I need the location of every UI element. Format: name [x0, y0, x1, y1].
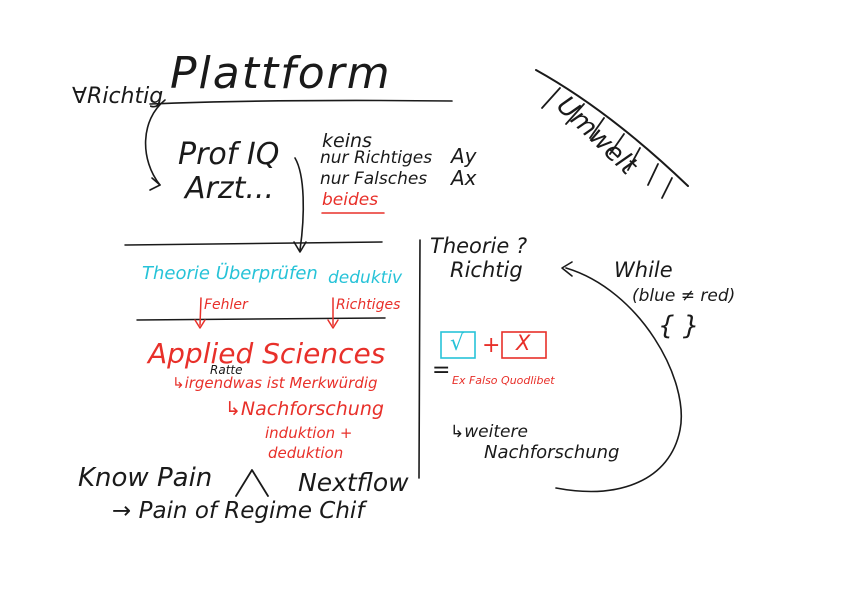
option-nur-falsches: nur Falsches	[320, 169, 428, 189]
blue-red-label: (blue ≠ red)	[632, 286, 736, 306]
nachforschung2-label: Nachforschung	[484, 442, 620, 463]
check-symbol: √	[450, 331, 465, 356]
induktion-label: induktion +	[265, 424, 353, 442]
deduktiv-label: deduktiv	[328, 268, 403, 288]
hatch-6	[647, 163, 659, 186]
richtig-to-arzt-arrow	[144, 99, 166, 186]
hatch-7	[661, 177, 673, 199]
a-y-label: Ay	[451, 144, 477, 168]
vertical-divider	[418, 239, 421, 479]
nachforschung-label: ↳Nachforschung	[225, 398, 384, 420]
richtiges-label: Richtiges	[336, 297, 401, 313]
theory-check-label: Theorie Überprüfen	[142, 263, 318, 284]
forall-richtig-label: ∀Richtig	[72, 84, 164, 109]
fehler-label: Fehler	[204, 297, 248, 313]
theory-top-line	[124, 241, 383, 246]
arrowhead-arzt	[149, 177, 161, 191]
whiteboard-canvas: ∀Richtig Plattform Umwelt Prof IQ Arzt..…	[0, 0, 842, 595]
prof-to-theory-arrow	[294, 157, 305, 251]
theory-mid-line	[136, 317, 386, 321]
richtig-label: Richtig	[450, 258, 523, 282]
applied-sciences-label: Applied Sciences	[148, 337, 386, 370]
arzt-label: Arzt...	[185, 171, 274, 206]
option-beides: beides	[322, 190, 379, 210]
option-nur-richtiges: nur Richtiges	[320, 148, 433, 168]
braces-label: { }	[658, 311, 700, 341]
theorie-label: Theorie ?	[430, 234, 528, 258]
plus-symbol: +	[482, 333, 501, 358]
equals-symbol: =	[432, 358, 451, 383]
page-title: Plattform	[170, 48, 392, 99]
deduktion-label: deduktion	[268, 444, 344, 462]
irgendwas-label: ↳irgendwas ist Merkwürdig	[172, 374, 378, 392]
x-symbol: X	[516, 331, 531, 355]
prof-iq-label: Prof IQ	[178, 137, 280, 172]
a-x-label: Ax	[451, 166, 477, 190]
caret-mark	[235, 469, 269, 497]
title-underline	[149, 99, 453, 105]
nextflow-label: Nextflow	[298, 468, 409, 497]
weitere-label: ↳weitere	[450, 422, 528, 442]
while-label: While	[614, 258, 673, 282]
fehler-arrow	[199, 297, 202, 326]
know-pain-label: Know Pain	[78, 463, 213, 493]
pain-of-regime-label: → Pain of Regime Chif	[112, 498, 365, 524]
ex-falso-label: Ex Falso Quodlibet	[452, 374, 555, 387]
